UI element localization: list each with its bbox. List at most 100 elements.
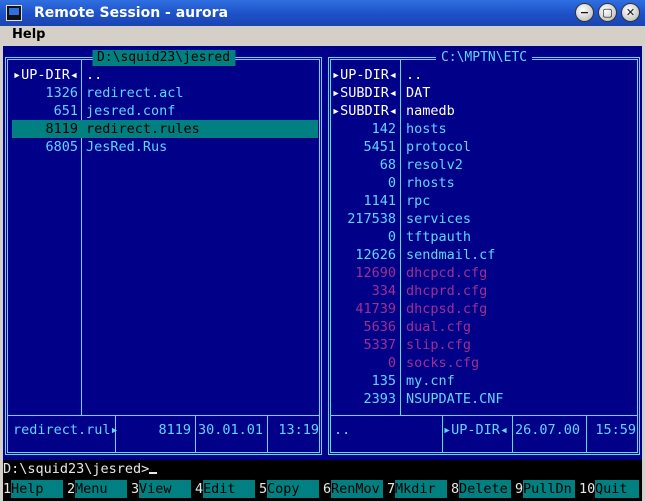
file-name: .. — [86, 67, 103, 83]
terminal-area[interactable]: D:\squid23\jesred ▸UP-DIR◂.. 1326 redirect… — [3, 46, 642, 501]
function-key-pulldn[interactable]: 9 PullDn — [515, 480, 577, 498]
file-size: 6805 — [45, 139, 78, 155]
function-key-mkdir[interactable]: 7 Mkdir — [387, 480, 449, 498]
function-key-help[interactable]: 1 Help — [3, 480, 65, 498]
file-row[interactable]: 334 dhcprd.cfg — [332, 282, 636, 300]
file-manager-screen: D:\squid23\jesred ▸UP-DIR◂.. 1326 redirect… — [3, 46, 642, 460]
file-row[interactable]: 5636 dual.cfg — [332, 318, 636, 336]
file-row[interactable]: 2393 NSUPDATE.CNF — [332, 390, 636, 408]
file-size: 135 — [371, 373, 396, 389]
right-status-time: 15:59 — [595, 422, 636, 438]
function-key-quit[interactable]: 10 Quit — [579, 480, 641, 498]
file-name: socks.cfg — [406, 355, 480, 371]
file-size: ▸UP-DIR◂ — [332, 67, 398, 83]
function-key-label: Menu — [75, 480, 127, 498]
file-row[interactable]: 41739 dhcpsd.cfg — [332, 300, 636, 318]
file-row[interactable]: 8119 redirect.rules — [12, 120, 318, 138]
function-key-copy[interactable]: 5 Copy — [259, 480, 321, 498]
file-name: .. — [406, 67, 423, 83]
file-name: NSUPDATE.CNF — [406, 391, 504, 407]
right-status-size: ▸UP-DIR◂ — [442, 422, 508, 438]
file-name: rhosts — [406, 175, 455, 191]
file-name: DAT — [406, 85, 431, 101]
status-separator — [8, 415, 319, 416]
function-key-renmov[interactable]: 6 RenMov — [323, 480, 385, 498]
right-status-name: .. — [334, 422, 351, 438]
minimize-button[interactable]: − — [575, 3, 594, 22]
file-row[interactable]: ▸SUBDIR◂ DAT — [332, 84, 636, 102]
file-size: 5636 — [363, 319, 396, 335]
menu-help[interactable]: Help — [12, 27, 45, 42]
file-name: protocol — [406, 139, 472, 155]
function-key-label: Mkdir — [395, 480, 447, 498]
function-key-number: 9 — [515, 481, 524, 497]
file-size: 0 — [387, 229, 396, 245]
file-row[interactable]: 12626 sendmail.cf — [332, 246, 636, 264]
file-row[interactable]: 217538 services — [332, 210, 636, 228]
close-button[interactable]: ✕ — [621, 3, 640, 22]
file-row[interactable]: 0 socks.cfg — [332, 354, 636, 372]
function-key-number: 4 — [195, 481, 204, 497]
function-key-number: 5 — [259, 481, 268, 497]
file-row[interactable]: 0 rhosts — [332, 174, 636, 192]
file-size: ▸SUBDIR◂ — [332, 103, 398, 119]
command-line[interactable]: D:\squid23\jesred> — [3, 460, 158, 478]
file-name: rpc — [406, 193, 431, 209]
right-panel-path: C:\MPTN\ETC — [435, 50, 533, 66]
function-key-number: 2 — [67, 481, 76, 497]
file-row[interactable]: 68 resolv2 — [332, 156, 636, 174]
file-name: resolv2 — [406, 157, 463, 173]
status-separator — [331, 415, 637, 416]
function-key-edit[interactable]: 4 Edit — [195, 480, 257, 498]
file-row[interactable]: 1326 redirect.acl — [12, 84, 318, 102]
command-prompt: D:\squid23\jesred> — [3, 461, 150, 477]
file-size: 12690 — [355, 265, 396, 281]
file-row[interactable]: 5451 protocol — [332, 138, 636, 156]
file-size: 5337 — [363, 337, 396, 353]
file-name: redirect.rules — [86, 121, 200, 137]
left-status-name: redirect.rul▸ — [13, 422, 119, 438]
file-row[interactable]: 135 my.cnf — [332, 372, 636, 390]
file-name: dhcpcd.cfg — [406, 265, 488, 281]
left-status-date: 30.01.01 — [198, 422, 264, 438]
maximize-button[interactable]: ▢ — [598, 3, 617, 22]
file-name: dhcpsd.cfg — [406, 301, 488, 317]
file-size: 142 — [371, 121, 396, 137]
function-key-menu[interactable]: 2 Menu — [67, 480, 129, 498]
file-row[interactable]: ▸UP-DIR◂.. — [12, 66, 318, 84]
left-status-size: 8119 — [158, 422, 191, 438]
left-panel[interactable]: D:\squid23\jesred ▸UP-DIR◂.. 1326 redirect… — [5, 50, 322, 455]
file-row[interactable]: 651 jesred.conf — [12, 102, 318, 120]
file-row[interactable]: 5337 slip.cfg — [332, 336, 636, 354]
function-key-delete[interactable]: 8 Delete — [451, 480, 513, 498]
file-name: namedb — [406, 103, 455, 119]
function-key-label: Copy — [267, 480, 319, 498]
file-size: 12626 — [355, 247, 396, 263]
function-key-number: 6 — [323, 481, 332, 497]
file-row[interactable]: 1141 rpc — [332, 192, 636, 210]
file-row[interactable]: 6805 JesRed.Rus — [12, 138, 318, 156]
right-panel[interactable]: C:\MPTN\ETC ▸UP-DIR◂.. ▸SUBDIR◂ DAT ▸SUBDIR… — [328, 50, 640, 455]
file-size: 1326 — [45, 85, 78, 101]
title-bar[interactable]: Remote Session - aurora − ▢ ✕ — [0, 0, 645, 26]
file-name: sendmail.cf — [406, 247, 496, 263]
file-row[interactable]: ▸SUBDIR◂ namedb — [332, 102, 636, 120]
file-name: slip.cfg — [406, 337, 472, 353]
text-cursor — [149, 460, 158, 474]
file-size: ▸UP-DIR◂ — [12, 67, 78, 83]
file-row[interactable]: 142 hosts — [332, 120, 636, 138]
file-row[interactable]: ▸UP-DIR◂.. — [332, 66, 636, 84]
status-divider — [195, 416, 196, 452]
file-row[interactable]: 12690 dhcpcd.cfg — [332, 264, 636, 282]
function-key-view[interactable]: 3 View — [131, 480, 193, 498]
file-size: 334 — [371, 283, 396, 299]
menu-bar: Help — [0, 26, 645, 46]
function-key-label: Help — [11, 480, 63, 498]
terminal-app-icon — [6, 5, 22, 21]
function-key-number: 8 — [451, 481, 460, 497]
file-size: 8119 — [45, 121, 78, 137]
file-name: dual.cfg — [406, 319, 472, 335]
file-size: 1141 — [363, 193, 396, 209]
left-status-time: 13:19 — [278, 422, 319, 438]
file-row[interactable]: 0 tftpauth — [332, 228, 636, 246]
